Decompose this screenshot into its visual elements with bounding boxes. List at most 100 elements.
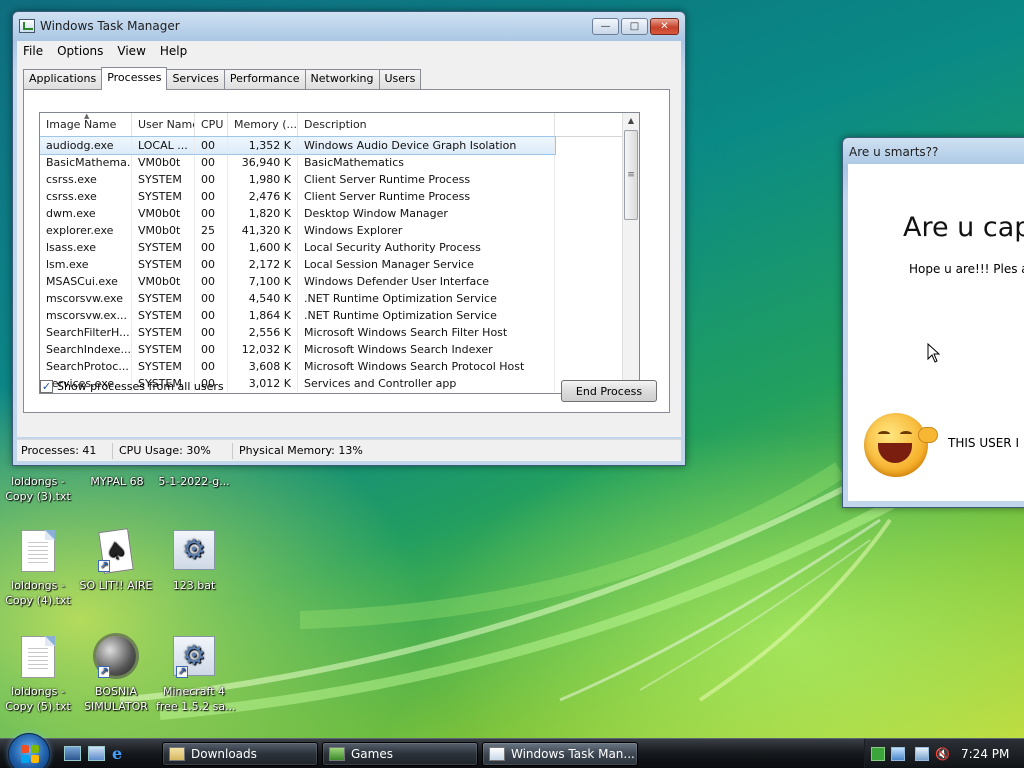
table-row[interactable]: SearchIndexe... SYSTEM 00 12,032 K Microsoft… [40,341,639,358]
table-row[interactable]: audiodg.exe LOCAL ... 00 1,352 K Windows Aud… [40,136,556,155]
desktop-icon-solitaire[interactable]: ♠ ↗ SO LIT!! AIRE [78,528,154,593]
cell-user: SYSTEM [132,239,195,256]
minimize-button[interactable]: — [592,17,619,35]
menu-view[interactable]: View [111,44,153,58]
cell-memory: 41,320 K [228,222,298,239]
table-row[interactable]: csrss.exe SYSTEM 00 2,476 K Client Server Ru… [40,188,639,205]
cell-memory: 7,100 K [228,273,298,290]
taskbar-button-downloads[interactable]: Downloads [162,742,318,766]
table-row[interactable]: BasicMathema... VM0b0t 00 36,940 K BasicMath… [40,154,639,171]
table-row[interactable]: lsass.exe SYSTEM 00 1,600 K Local Security A… [40,239,639,256]
table-row[interactable]: mscorsvw.exe SYSTEM 00 4,540 K .NET Runtime … [40,290,639,307]
desktop-icon-label: MYPAL 68 [90,475,144,488]
table-row[interactable]: mscorsvw.ex... SYSTEM 00 1,864 K .NET Runtim… [40,307,639,324]
taskbar: e Downloads Games Windows Task Man... 🔇 … [0,733,1024,768]
show-desktop-icon[interactable] [64,746,81,761]
table-row[interactable]: lsm.exe SYSTEM 00 2,172 K Local Session Mana… [40,256,639,273]
menu-help[interactable]: Help [154,44,195,58]
table-row[interactable]: explorer.exe VM0b0t 25 41,320 K Windows Expl… [40,222,639,239]
tab-performance[interactable]: Performance [223,69,306,89]
desktop-icon-label: loldongs - Copy (4).txt [5,579,71,607]
desktop-icon-2022-file[interactable]: 5-1-2022-g... [156,474,232,489]
desktop-icon-mypal[interactable]: MYPAL 68 [79,474,155,489]
cell-cpu: 00 [195,171,228,188]
show-all-users-checkbox[interactable]: ✓ [40,380,53,393]
cell-cpu: 25 [195,222,228,239]
cell-name: csrss.exe [40,171,132,188]
shortcut-arrow-icon: ↗ [176,666,188,678]
cell-cpu: 00 [195,307,228,324]
tab-users[interactable]: Users [378,69,422,89]
cell-user: SYSTEM [132,341,195,358]
menu-file[interactable]: File [17,44,51,58]
show-all-users-row[interactable]: ✓ Show processes from all users [40,380,224,393]
cell-memory: 1,864 K [228,307,298,324]
maximize-button[interactable]: □ [621,17,648,35]
taskbar-button-task-manager[interactable]: Windows Task Man... [482,742,638,766]
column-cpu[interactable]: CPU [195,113,228,136]
taskbar-button-games[interactable]: Games [322,742,478,766]
desktop-icon-minecraft[interactable]: ⚙ ↗ Minecraft 4 free 1.5.2 sa... [156,636,236,714]
switch-windows-icon[interactable] [88,746,105,761]
task-manager-titlebar[interactable]: Windows Task Manager — □ ✕ [13,12,685,40]
cell-description: Windows Defender User Interface [298,273,555,290]
cell-user: VM0b0t [132,154,195,171]
close-button[interactable]: ✕ [650,17,679,35]
desktop-icon-copy5[interactable]: loldongs - Copy (5).txt [0,636,76,714]
volume-muted-icon[interactable]: 🔇 [935,747,950,761]
defender-icon[interactable] [871,747,885,761]
menu-options[interactable]: Options [51,44,111,58]
cell-memory: 1,980 K [228,171,298,188]
desktop-icon-label: loldongs - Copy (3).txt [5,475,71,503]
column-user-name[interactable]: User Name [132,113,195,136]
shortcut-arrow-icon: ↗ [98,560,110,572]
desktop-icon-copy4[interactable]: loldongs - Copy (4).txt [0,530,76,608]
table-row[interactable]: csrss.exe SYSTEM 00 1,980 K Client Server Ru… [40,171,639,188]
desktop-icon-bosnia[interactable]: ↗ BOSNIA SIMULATOR [78,636,154,714]
start-button[interactable] [8,733,50,768]
table-row[interactable]: SearchProtoc... SYSTEM 00 3,608 K Microsoft … [40,358,639,375]
cell-user: SYSTEM [132,188,195,205]
task-manager-icon [489,747,505,761]
desktop-icon-copy3[interactable]: loldongs - Copy (3).txt [0,474,76,504]
cell-name: SearchFilterH... [40,324,132,341]
cell-memory: 12,032 K [228,341,298,358]
cell-description: Local Security Authority Process [298,239,555,256]
quiz-window[interactable]: Are u smarts?? Are u capa Hope u are!!! … [842,137,1024,508]
cell-memory: 3,012 K [228,375,298,392]
internet-explorer-icon[interactable]: e [112,746,129,762]
end-process-button[interactable]: End Process [561,380,657,402]
tab-processes[interactable]: Processes [101,67,168,90]
table-row[interactable]: MSASCui.exe VM0b0t 00 7,100 K Windows Defend… [40,273,639,290]
scroll-thumb[interactable]: ≡ [624,130,638,220]
column-memory[interactable]: Memory (... [228,113,298,136]
games-icon [329,747,345,761]
table-row[interactable]: SearchFilterH... SYSTEM 00 2,556 K Microsoft… [40,324,639,341]
cell-user: VM0b0t [132,273,195,290]
windows-logo-icon [21,745,39,763]
quiz-titlebar[interactable]: Are u smarts?? [843,138,1024,166]
cell-name: lsm.exe [40,256,132,273]
network-activity-icon[interactable] [891,747,905,761]
tab-services[interactable]: Services [166,69,225,89]
quiz-content: Are u capa Hope u are!!! Ples a THIS USE… [848,164,1024,501]
taskbar-button-label: Downloads [191,747,257,761]
vertical-scrollbar[interactable]: ▲ ≡ ▼ [622,113,639,393]
network-icon[interactable] [915,747,929,761]
mouse-cursor-icon [927,343,941,363]
clock[interactable]: 7:24 PM [961,747,1009,761]
cell-name: audiodg.exe [40,137,132,154]
table-row[interactable]: dwm.exe VM0b0t 00 1,820 K Desktop Window Man… [40,205,639,222]
tab-networking[interactable]: Networking [304,69,380,89]
process-list[interactable]: ▲ Image Name User Name CPU Memory (... De… [39,112,640,394]
task-manager-window[interactable]: Windows Task Manager — □ ✕ File Options … [12,11,686,466]
column-description[interactable]: Description [298,113,555,136]
desktop-icon-123-bat[interactable]: ⚙ 123.bat [156,530,232,593]
cell-memory: 1,352 K [228,137,298,154]
tab-applications[interactable]: Applications [23,69,103,89]
cell-memory: 3,608 K [228,358,298,375]
cell-cpu: 00 [195,290,228,307]
scroll-up-icon[interactable]: ▲ [623,113,639,129]
column-image-name[interactable]: ▲ Image Name [40,113,132,136]
desktop-icon-label: loldongs - Copy (5).txt [5,685,71,713]
